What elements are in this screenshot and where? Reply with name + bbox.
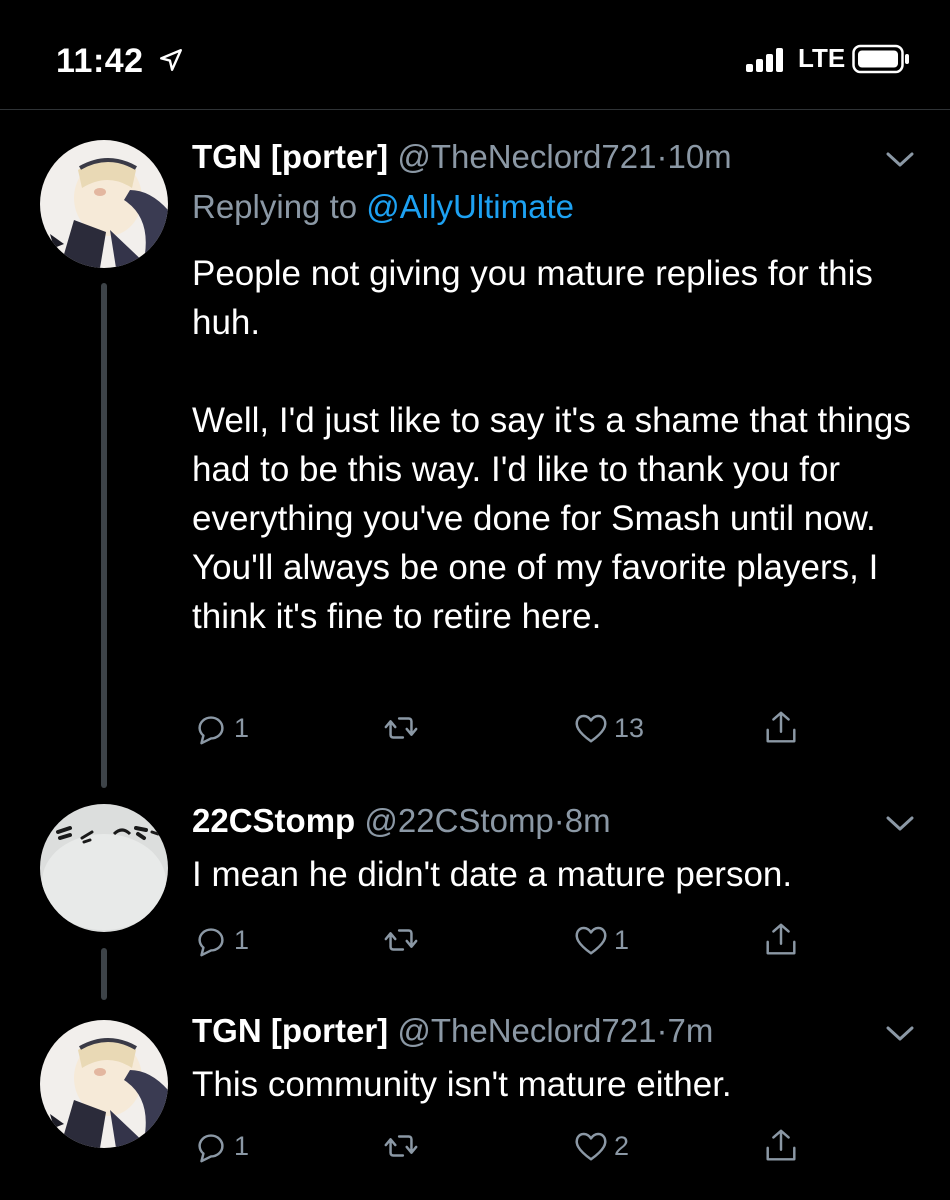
reply-button[interactable]: 1 xyxy=(192,1124,249,1168)
share-icon xyxy=(766,1129,796,1161)
tweet-2[interactable]: 22CStomp @22CStomp·8m I mean he didn't d… xyxy=(0,790,950,1000)
tweet-header: 22CStomp @22CStomp·8m xyxy=(192,802,611,840)
share-icon xyxy=(766,711,796,743)
like-count: 13 xyxy=(614,712,645,743)
avatar[interactable] xyxy=(40,1020,168,1148)
like-count: 1 xyxy=(614,924,630,955)
heart-icon xyxy=(575,714,607,743)
share-button[interactable] xyxy=(762,918,800,962)
display-name[interactable]: 22CStomp xyxy=(192,802,355,839)
avatar[interactable] xyxy=(40,804,168,932)
avatar-image xyxy=(40,1020,168,1148)
user-handle[interactable]: @22CStomp xyxy=(364,802,553,839)
reply-count: 1 xyxy=(234,1130,250,1161)
like-button[interactable]: 2 xyxy=(572,1124,629,1168)
user-handle[interactable]: @TheNeclord721 xyxy=(397,138,656,175)
tweet-time[interactable]: 8m xyxy=(565,802,611,839)
retweet-button[interactable] xyxy=(382,1124,424,1168)
tweet-time[interactable]: 10m xyxy=(667,138,731,175)
replying-label: Replying to xyxy=(192,188,358,225)
separator-dot: · xyxy=(656,138,668,175)
retweet-icon xyxy=(384,1135,418,1157)
tweet-actions: 1 13 xyxy=(192,706,832,750)
reply-icon xyxy=(198,928,224,957)
display-name[interactable]: TGN [porter] xyxy=(192,1012,388,1049)
share-button[interactable] xyxy=(762,706,800,750)
reply-button[interactable]: 1 xyxy=(192,706,249,750)
thread-line xyxy=(101,283,107,788)
tweet-actions: 1 2 xyxy=(192,1124,832,1168)
separator-dot: · xyxy=(656,1012,668,1049)
retweet-button[interactable] xyxy=(382,706,424,750)
share-icon xyxy=(766,923,796,955)
tweet-paragraph: Well, I'd just like to say it's a shame … xyxy=(192,401,911,636)
avatar[interactable] xyxy=(40,140,168,268)
retweet-icon xyxy=(384,717,418,739)
display-name[interactable]: TGN [porter] xyxy=(192,138,388,175)
tweet-1[interactable]: TGN [porter] @TheNeclord721·10m Replying… xyxy=(0,0,950,790)
reply-icon xyxy=(198,1134,224,1163)
tweet-3[interactable]: TGN [porter] @TheNeclord721·7m This comm… xyxy=(0,1000,950,1200)
heart-icon xyxy=(575,926,607,955)
retweet-icon xyxy=(384,929,418,951)
share-button[interactable] xyxy=(762,1124,800,1168)
tweet-text: I mean he didn't date a mature person. xyxy=(192,855,793,894)
tweet-actions: 1 1 xyxy=(192,918,832,962)
tweet-time[interactable]: 7m xyxy=(667,1012,713,1049)
chevron-down-icon[interactable] xyxy=(882,1022,918,1046)
reply-count: 1 xyxy=(234,924,250,955)
tweet-paragraph: People not giving you mature replies for… xyxy=(192,254,873,342)
retweet-button[interactable] xyxy=(382,918,424,962)
mention-link[interactable]: @AllyUltimate xyxy=(366,188,574,225)
chevron-down-icon[interactable] xyxy=(882,812,918,836)
reply-count: 1 xyxy=(234,712,250,743)
tweet-text: This community isn't mature either. xyxy=(192,1065,732,1104)
like-count: 2 xyxy=(614,1130,630,1161)
heart-icon xyxy=(575,1132,607,1161)
like-button[interactable]: 1 xyxy=(572,918,629,962)
replying-to: Replying to @AllyUltimate xyxy=(192,188,574,226)
tweet-text: People not giving you mature replies for… xyxy=(192,249,922,641)
user-handle[interactable]: @TheNeclord721 xyxy=(397,1012,656,1049)
reply-icon xyxy=(198,716,224,745)
like-button[interactable]: 13 xyxy=(572,706,644,750)
separator-dot: · xyxy=(553,802,565,839)
reply-button[interactable]: 1 xyxy=(192,918,249,962)
tweet-header: TGN [porter] @TheNeclord721·7m xyxy=(192,1012,713,1050)
avatar-image xyxy=(40,804,168,932)
tweet-header: TGN [porter] @TheNeclord721·10m xyxy=(192,138,732,176)
thread-line xyxy=(101,948,107,1000)
avatar-image xyxy=(40,140,168,268)
chevron-down-icon[interactable] xyxy=(882,148,918,172)
